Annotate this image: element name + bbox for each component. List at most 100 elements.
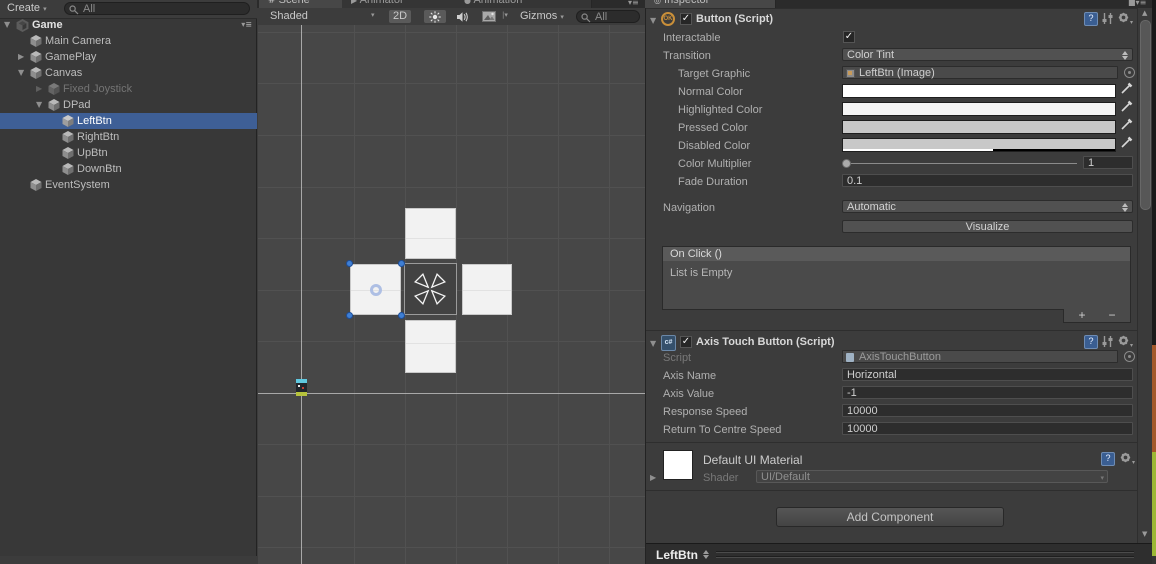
scroll-down-arrow[interactable]: ▼ bbox=[1142, 530, 1147, 538]
image-asset-icon bbox=[846, 69, 855, 78]
gear-icon[interactable]: ▾ bbox=[1117, 11, 1133, 26]
tab-inspector[interactable]: ◎ Inspector bbox=[645, 0, 776, 8]
axis-value-field[interactable]: -1 bbox=[842, 386, 1133, 399]
gear-icon[interactable]: ▾ bbox=[1117, 334, 1133, 349]
rect-handle-bottom-left[interactable] bbox=[346, 312, 353, 319]
rect-anchor-gizmo[interactable] bbox=[404, 263, 457, 315]
inspector-panel-menu-icon[interactable]: ■▾≡ bbox=[1128, 0, 1146, 7]
hierarchy-row-main-camera[interactable]: Main Camera bbox=[0, 33, 257, 49]
scene-panel-menu-icon[interactable]: ▾≡ bbox=[628, 0, 639, 7]
rect-handle-top-left[interactable] bbox=[346, 260, 353, 267]
dpad-down-button[interactable] bbox=[405, 320, 456, 373]
pivot-indicator[interactable] bbox=[370, 284, 382, 296]
presets-icon[interactable] bbox=[1101, 12, 1114, 25]
disabled-color-swatch[interactable] bbox=[842, 138, 1116, 152]
fade-duration-field[interactable]: 0.1 bbox=[842, 174, 1133, 187]
effects-toggle-button[interactable] bbox=[479, 10, 499, 23]
shading-mode-dropdown[interactable]: Shaded bbox=[270, 10, 308, 22]
foldout-open-icon[interactable]: ▼ bbox=[18, 65, 24, 81]
presets-icon[interactable] bbox=[1101, 335, 1114, 348]
target-graphic-object-field[interactable]: LeftBtn (Image) bbox=[842, 66, 1118, 79]
add-component-button[interactable]: Add Component bbox=[776, 507, 1004, 527]
drag-grip-line[interactable] bbox=[716, 556, 1134, 558]
hierarchy-row-upbtn[interactable]: UpBtn bbox=[0, 145, 257, 161]
foldout-open-icon[interactable]: ▼ bbox=[650, 336, 656, 352]
hierarchy-row-downbtn[interactable]: DownBtn bbox=[0, 161, 257, 177]
hierarchy-row-eventsystem[interactable]: EventSystem bbox=[0, 177, 257, 193]
material-preview-thumbnail[interactable] bbox=[663, 450, 693, 480]
scroll-up-arrow[interactable]: ▲ bbox=[1142, 9, 1147, 17]
sun-icon bbox=[429, 11, 441, 23]
lighting-toggle-button[interactable] bbox=[424, 10, 446, 23]
visualize-button[interactable]: Visualize bbox=[842, 220, 1133, 233]
camera-gizmo-icon[interactable] bbox=[296, 379, 307, 396]
hierarchy-row-leftbtn[interactable]: LeftBtn bbox=[0, 113, 257, 129]
foldout-closed-icon[interactable]: ▶ bbox=[650, 470, 656, 486]
pressed-color-swatch[interactable] bbox=[842, 120, 1116, 134]
button-component-title[interactable]: Button (Script) bbox=[696, 13, 773, 25]
help-icon[interactable]: ? bbox=[1084, 335, 1098, 349]
scene-search-input[interactable]: All bbox=[576, 10, 640, 23]
script-object-field[interactable]: AxisTouchButton bbox=[842, 350, 1118, 363]
navigation-dropdown[interactable]: Automatic bbox=[842, 200, 1133, 213]
return-to-centre-speed-field[interactable]: 10000 bbox=[842, 422, 1133, 435]
hierarchy-search-input[interactable]: All bbox=[64, 2, 250, 15]
hierarchy-row-rightbtn[interactable]: RightBtn bbox=[0, 129, 257, 145]
axis-enabled-checkbox[interactable]: ✓ bbox=[680, 336, 692, 348]
axis-component-title[interactable]: Axis Touch Button (Script) bbox=[696, 336, 835, 348]
gear-icon[interactable]: ▾ bbox=[1119, 451, 1135, 466]
hierarchy-row-canvas[interactable]: ▼ Canvas bbox=[0, 65, 257, 81]
rect-handle-top-right[interactable] bbox=[398, 260, 405, 267]
eyedropper-icon[interactable] bbox=[1120, 118, 1133, 131]
eyedropper-icon[interactable] bbox=[1120, 136, 1133, 149]
audio-toggle-button[interactable] bbox=[452, 10, 472, 23]
hierarchy-row-gameplay[interactable]: ▶ GamePlay bbox=[0, 49, 257, 65]
rect-handle-bottom-right[interactable] bbox=[398, 312, 405, 319]
foldout-closed-icon[interactable]: ▶ bbox=[18, 49, 24, 65]
eyedropper-icon[interactable] bbox=[1120, 100, 1133, 113]
color-multiplier-slider-knob[interactable] bbox=[842, 159, 851, 168]
hierarchy-row-game[interactable]: ▼ Game ▾≡ bbox=[0, 17, 257, 33]
foldout-open-icon[interactable]: ▼ bbox=[650, 13, 656, 29]
dpad-left-button-selected[interactable] bbox=[350, 264, 401, 315]
dpad-right-button[interactable] bbox=[462, 264, 512, 315]
hierarchy-row-dpad[interactable]: ▼ DPad bbox=[0, 97, 257, 113]
effects-dropdown-icon[interactable]: |▾ bbox=[502, 11, 508, 19]
add-event-button[interactable]: + bbox=[1072, 309, 1092, 322]
inspector-icon: ◎ bbox=[654, 0, 661, 5]
on-click-header[interactable]: On Click () bbox=[663, 247, 1130, 261]
scene-options-icon[interactable]: ▾≡ bbox=[241, 17, 252, 33]
inspector-scrollbar[interactable]: ▲ ▼ bbox=[1137, 8, 1153, 543]
normal-color-swatch[interactable] bbox=[842, 84, 1116, 98]
axis-name-field[interactable]: Horizontal bbox=[842, 368, 1133, 381]
color-multiplier-slider-track[interactable] bbox=[845, 163, 1077, 164]
tab-animation[interactable]: ● Animation bbox=[455, 0, 592, 8]
grid-line bbox=[558, 25, 559, 564]
scrollbar-thumb[interactable] bbox=[1140, 20, 1151, 210]
shader-dropdown[interactable]: UI/Default ▾ bbox=[756, 470, 1108, 483]
hierarchy-row-fixed-joystick[interactable]: ▶ Fixed Joystick bbox=[0, 81, 257, 97]
highlighted-color-swatch[interactable] bbox=[842, 102, 1116, 116]
remove-event-button[interactable]: − bbox=[1102, 309, 1122, 322]
interactable-checkbox[interactable]: ✓ bbox=[843, 31, 855, 43]
help-icon[interactable]: ? bbox=[1084, 12, 1098, 26]
toggle-2d-button[interactable]: 2D bbox=[389, 10, 411, 23]
dpad-up-button[interactable] bbox=[405, 208, 456, 259]
object-picker-icon[interactable] bbox=[1124, 67, 1135, 78]
footer-selection-dropdown[interactable]: LeftBtn bbox=[656, 548, 698, 562]
transition-dropdown[interactable]: Color Tint bbox=[842, 48, 1133, 61]
response-speed-field[interactable]: 10000 bbox=[842, 404, 1133, 417]
tab-animator[interactable]: ▶ Animator bbox=[342, 0, 473, 8]
scene-viewport[interactable] bbox=[258, 25, 645, 564]
foldout-open-icon[interactable]: ▼ bbox=[4, 17, 10, 33]
create-button[interactable]: Create ▾ bbox=[7, 2, 47, 14]
foldout-open-icon[interactable]: ▼ bbox=[36, 97, 42, 113]
object-picker-icon[interactable] bbox=[1124, 351, 1135, 362]
help-icon[interactable]: ? bbox=[1101, 452, 1115, 466]
eyedropper-icon[interactable] bbox=[1120, 82, 1133, 95]
button-enabled-checkbox[interactable]: ✓ bbox=[680, 13, 692, 25]
color-multiplier-value-field[interactable]: 1 bbox=[1083, 156, 1133, 169]
drag-grip-line[interactable] bbox=[716, 551, 1134, 553]
foldout-closed-icon[interactable]: ▶ bbox=[36, 81, 42, 97]
gizmos-dropdown[interactable]: Gizmos ▾ bbox=[520, 10, 564, 22]
